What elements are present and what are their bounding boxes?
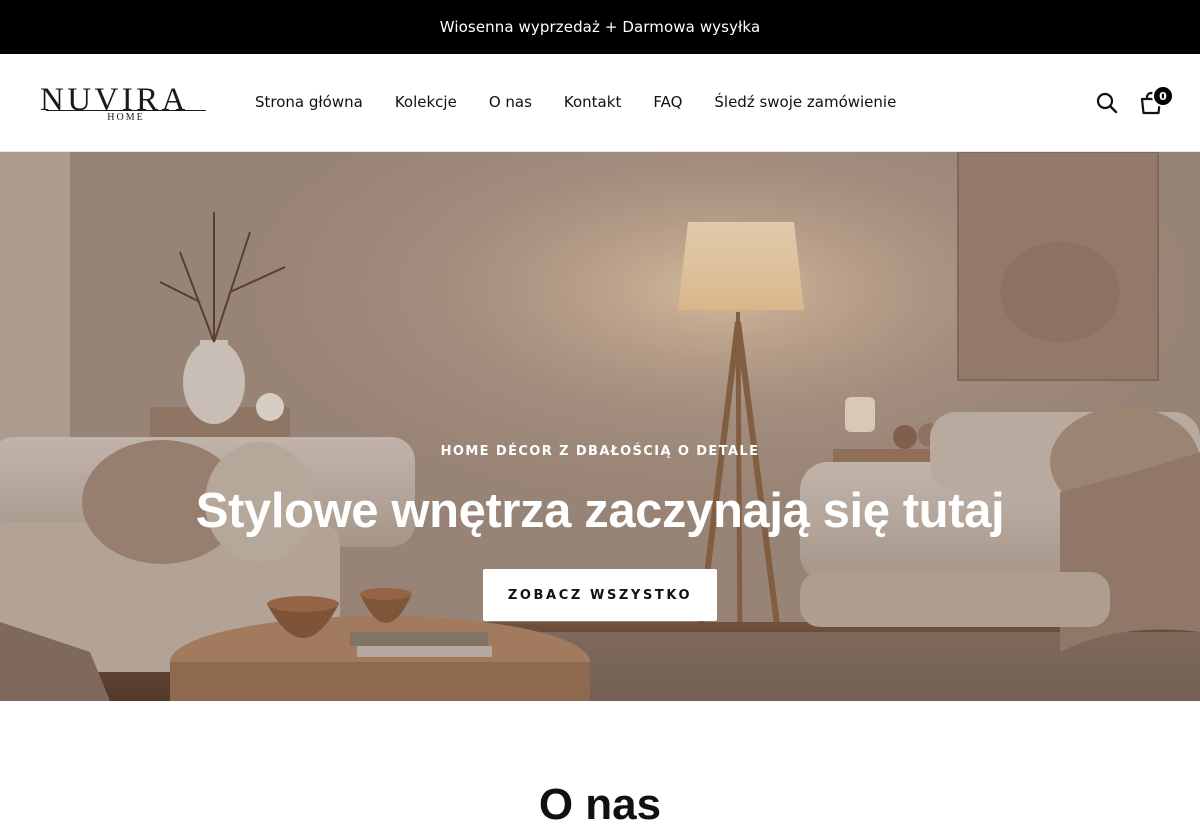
main-navigation: Strona główna Kolekcje O nas Kontakt FAQ…	[255, 91, 896, 113]
nav-item-home[interactable]: Strona główna	[255, 91, 363, 113]
announcement-bar: Wiosenna wyprzedaż + Darmowa wysyłka	[0, 0, 1200, 54]
nav-item-collections[interactable]: Kolekcje	[395, 91, 457, 113]
hero-banner: HOME DÉCOR Z DBAŁOŚCIĄ O DETALE Stylowe …	[0, 152, 1200, 701]
brand-logo[interactable]: NUVIRA HOME	[40, 84, 216, 126]
cart-count-badge: 0	[1152, 85, 1174, 107]
announcement-text: Wiosenna wyprzedaż + Darmowa wysyłka	[439, 18, 761, 36]
search-icon	[1096, 92, 1118, 114]
hero-title: Stylowe wnętrza zaczynają się tutaj	[195, 484, 1005, 538]
hero-eyebrow: HOME DÉCOR Z DBAŁOŚCIĄ O DETALE	[440, 444, 760, 459]
site-header: NUVIRA HOME Strona główna Kolekcje O nas…	[0, 54, 1200, 152]
nav-item-track-order[interactable]: Śledź swoje zamówienie	[714, 91, 896, 113]
nav-item-about[interactable]: O nas	[489, 91, 532, 113]
about-section-heading: O nas	[538, 780, 662, 829]
brand-subtitle: HOME	[107, 112, 145, 123]
nav-item-faq[interactable]: FAQ	[653, 91, 682, 113]
search-button[interactable]	[1095, 91, 1119, 115]
logo-divider	[46, 110, 206, 111]
nav-item-contact[interactable]: Kontakt	[564, 91, 621, 113]
view-all-button[interactable]: ZOBACZ WSZYSTKO	[483, 569, 717, 621]
